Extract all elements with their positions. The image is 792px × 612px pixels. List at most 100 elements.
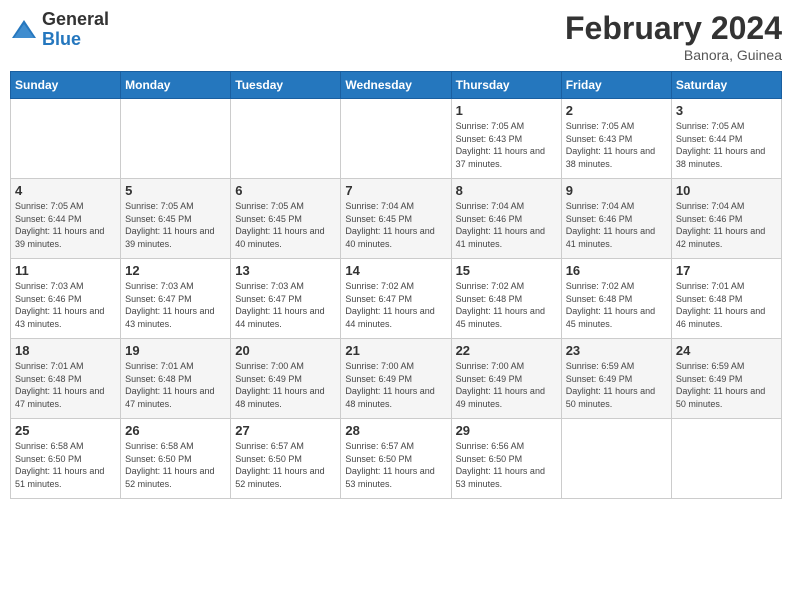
calendar-cell: 15Sunrise: 7:02 AM Sunset: 6:48 PM Dayli… <box>451 259 561 339</box>
calendar-cell: 29 Sunrise: 6:56 AM Sunset: 6:50 PM Dayli… <box>451 419 561 499</box>
calendar-cell: 22Sunrise: 7:00 AM Sunset: 6:49 PM Dayli… <box>451 339 561 419</box>
day-number: 14 <box>345 263 446 278</box>
day-number: 20 <box>235 343 336 358</box>
calendar-cell: 24Sunrise: 6:59 AM Sunset: 6:49 PM Dayli… <box>671 339 781 419</box>
calendar-cell: 13 Sunrise: 7:03 AM Sunset: 6:47 PM Dayli… <box>231 259 341 339</box>
day-number: 3 <box>676 103 777 118</box>
weekday-header-row: SundayMondayTuesdayWednesdayThursdayFrid… <box>11 72 782 99</box>
day-number: 13 <box>235 263 336 278</box>
day-info: Sunrise: 6:56 AM Sunset: 6:50 PM Dayligh… <box>456 440 557 490</box>
weekday-header-friday: Friday <box>561 72 671 99</box>
calendar-cell <box>231 99 341 179</box>
day-info: Sunrise: 7:05 AM Sunset: 6:44 PM Dayligh… <box>15 200 116 250</box>
day-info: Sunrise: 6:57 AM Sunset: 6:50 PM Dayligh… <box>345 440 446 490</box>
calendar-cell <box>121 99 231 179</box>
calendar-cell <box>561 419 671 499</box>
logo-general: General <box>42 9 109 29</box>
day-number: 2 <box>566 103 667 118</box>
weekday-header-tuesday: Tuesday <box>231 72 341 99</box>
calendar-cell: 12Sunrise: 7:03 AM Sunset: 6:47 PM Dayli… <box>121 259 231 339</box>
weekday-header-sunday: Sunday <box>11 72 121 99</box>
day-number: 11 <box>15 263 116 278</box>
calendar-cell: 18 Sunrise: 7:01 AM Sunset: 6:48 PM Dayli… <box>11 339 121 419</box>
calendar-cell: 19 Sunrise: 7:01 AM Sunset: 6:48 PM Dayli… <box>121 339 231 419</box>
week-row-1: 1Sunrise: 7:05 AM Sunset: 6:43 PM Daylig… <box>11 99 782 179</box>
week-row-3: 11 Sunrise: 7:03 AM Sunset: 6:46 PM Dayli… <box>11 259 782 339</box>
calendar-cell: 27 Sunrise: 6:57 AM Sunset: 6:50 PM Dayli… <box>231 419 341 499</box>
day-info: Sunrise: 7:04 AM Sunset: 6:46 PM Dayligh… <box>456 200 557 250</box>
day-number: 23 <box>566 343 667 358</box>
day-info: Sunrise: 6:59 AM Sunset: 6:49 PM Dayligh… <box>566 360 667 410</box>
week-row-5: 25 Sunrise: 6:58 AM Sunset: 6:50 PM Dayli… <box>11 419 782 499</box>
calendar-cell: 1Sunrise: 7:05 AM Sunset: 6:43 PM Daylig… <box>451 99 561 179</box>
day-number: 16 <box>566 263 667 278</box>
day-info: Sunrise: 7:03 AM Sunset: 6:47 PM Dayligh… <box>125 280 226 330</box>
day-info: Sunrise: 6:58 AM Sunset: 6:50 PM Dayligh… <box>15 440 116 490</box>
calendar-cell: 2Sunrise: 7:05 AM Sunset: 6:43 PM Daylig… <box>561 99 671 179</box>
week-row-2: 4 Sunrise: 7:05 AM Sunset: 6:44 PM Daylig… <box>11 179 782 259</box>
day-info: Sunrise: 7:00 AM Sunset: 6:49 PM Dayligh… <box>235 360 336 410</box>
calendar-cell: 10Sunrise: 7:04 AM Sunset: 6:46 PM Dayli… <box>671 179 781 259</box>
logo: General Blue <box>10 10 109 50</box>
day-info: Sunrise: 7:04 AM Sunset: 6:46 PM Dayligh… <box>566 200 667 250</box>
day-number: 18 <box>15 343 116 358</box>
calendar-cell: 14Sunrise: 7:02 AM Sunset: 6:47 PM Dayli… <box>341 259 451 339</box>
day-number: 19 <box>125 343 226 358</box>
day-info: Sunrise: 7:05 AM Sunset: 6:45 PM Dayligh… <box>235 200 336 250</box>
day-number: 8 <box>456 183 557 198</box>
day-info: Sunrise: 7:01 AM Sunset: 6:48 PM Dayligh… <box>125 360 226 410</box>
weekday-header-wednesday: Wednesday <box>341 72 451 99</box>
day-number: 22 <box>456 343 557 358</box>
day-info: Sunrise: 7:05 AM Sunset: 6:44 PM Dayligh… <box>676 120 777 170</box>
calendar-cell: 16 Sunrise: 7:02 AM Sunset: 6:48 PM Dayli… <box>561 259 671 339</box>
day-number: 5 <box>125 183 226 198</box>
day-number: 15 <box>456 263 557 278</box>
calendar-cell: 17 Sunrise: 7:01 AM Sunset: 6:48 PM Dayli… <box>671 259 781 339</box>
calendar-cell: 4 Sunrise: 7:05 AM Sunset: 6:44 PM Daylig… <box>11 179 121 259</box>
calendar-cell: 3 Sunrise: 7:05 AM Sunset: 6:44 PM Daylig… <box>671 99 781 179</box>
day-info: Sunrise: 6:57 AM Sunset: 6:50 PM Dayligh… <box>235 440 336 490</box>
week-row-4: 18 Sunrise: 7:01 AM Sunset: 6:48 PM Dayli… <box>11 339 782 419</box>
weekday-header-saturday: Saturday <box>671 72 781 99</box>
day-number: 4 <box>15 183 116 198</box>
day-info: Sunrise: 7:04 AM Sunset: 6:45 PM Dayligh… <box>345 200 446 250</box>
day-number: 7 <box>345 183 446 198</box>
logo-blue: Blue <box>42 29 81 49</box>
day-number: 28 <box>345 423 446 438</box>
day-number: 26 <box>125 423 226 438</box>
day-number: 10 <box>676 183 777 198</box>
calendar-cell: 7 Sunrise: 7:04 AM Sunset: 6:45 PM Daylig… <box>341 179 451 259</box>
day-number: 1 <box>456 103 557 118</box>
calendar-cell: 5 Sunrise: 7:05 AM Sunset: 6:45 PM Daylig… <box>121 179 231 259</box>
calendar-cell: 28 Sunrise: 6:57 AM Sunset: 6:50 PM Dayli… <box>341 419 451 499</box>
calendar-cell <box>341 99 451 179</box>
location: Banora, Guinea <box>565 47 782 63</box>
day-info: Sunrise: 7:03 AM Sunset: 6:46 PM Dayligh… <box>15 280 116 330</box>
day-number: 29 <box>456 423 557 438</box>
day-number: 9 <box>566 183 667 198</box>
calendar-cell: 6 Sunrise: 7:05 AM Sunset: 6:45 PM Daylig… <box>231 179 341 259</box>
day-info: Sunrise: 7:01 AM Sunset: 6:48 PM Dayligh… <box>15 360 116 410</box>
logo-icon <box>10 16 38 44</box>
calendar-cell: 26 Sunrise: 6:58 AM Sunset: 6:50 PM Dayli… <box>121 419 231 499</box>
calendar-cell: 9 Sunrise: 7:04 AM Sunset: 6:46 PM Daylig… <box>561 179 671 259</box>
calendar-cell: 8 Sunrise: 7:04 AM Sunset: 6:46 PM Daylig… <box>451 179 561 259</box>
day-number: 27 <box>235 423 336 438</box>
day-number: 25 <box>15 423 116 438</box>
day-number: 17 <box>676 263 777 278</box>
title-block: February 2024 Banora, Guinea <box>565 10 782 63</box>
page-header: General Blue February 2024 Banora, Guine… <box>10 10 782 63</box>
calendar-cell: 20 Sunrise: 7:00 AM Sunset: 6:49 PM Dayli… <box>231 339 341 419</box>
day-info: Sunrise: 6:58 AM Sunset: 6:50 PM Dayligh… <box>125 440 226 490</box>
weekday-header-monday: Monday <box>121 72 231 99</box>
day-info: Sunrise: 7:02 AM Sunset: 6:48 PM Dayligh… <box>566 280 667 330</box>
day-info: Sunrise: 7:03 AM Sunset: 6:47 PM Dayligh… <box>235 280 336 330</box>
calendar-cell <box>11 99 121 179</box>
day-number: 21 <box>345 343 446 358</box>
day-info: Sunrise: 7:01 AM Sunset: 6:48 PM Dayligh… <box>676 280 777 330</box>
day-number: 6 <box>235 183 336 198</box>
day-number: 24 <box>676 343 777 358</box>
day-info: Sunrise: 7:05 AM Sunset: 6:45 PM Dayligh… <box>125 200 226 250</box>
calendar-cell <box>671 419 781 499</box>
weekday-header-thursday: Thursday <box>451 72 561 99</box>
